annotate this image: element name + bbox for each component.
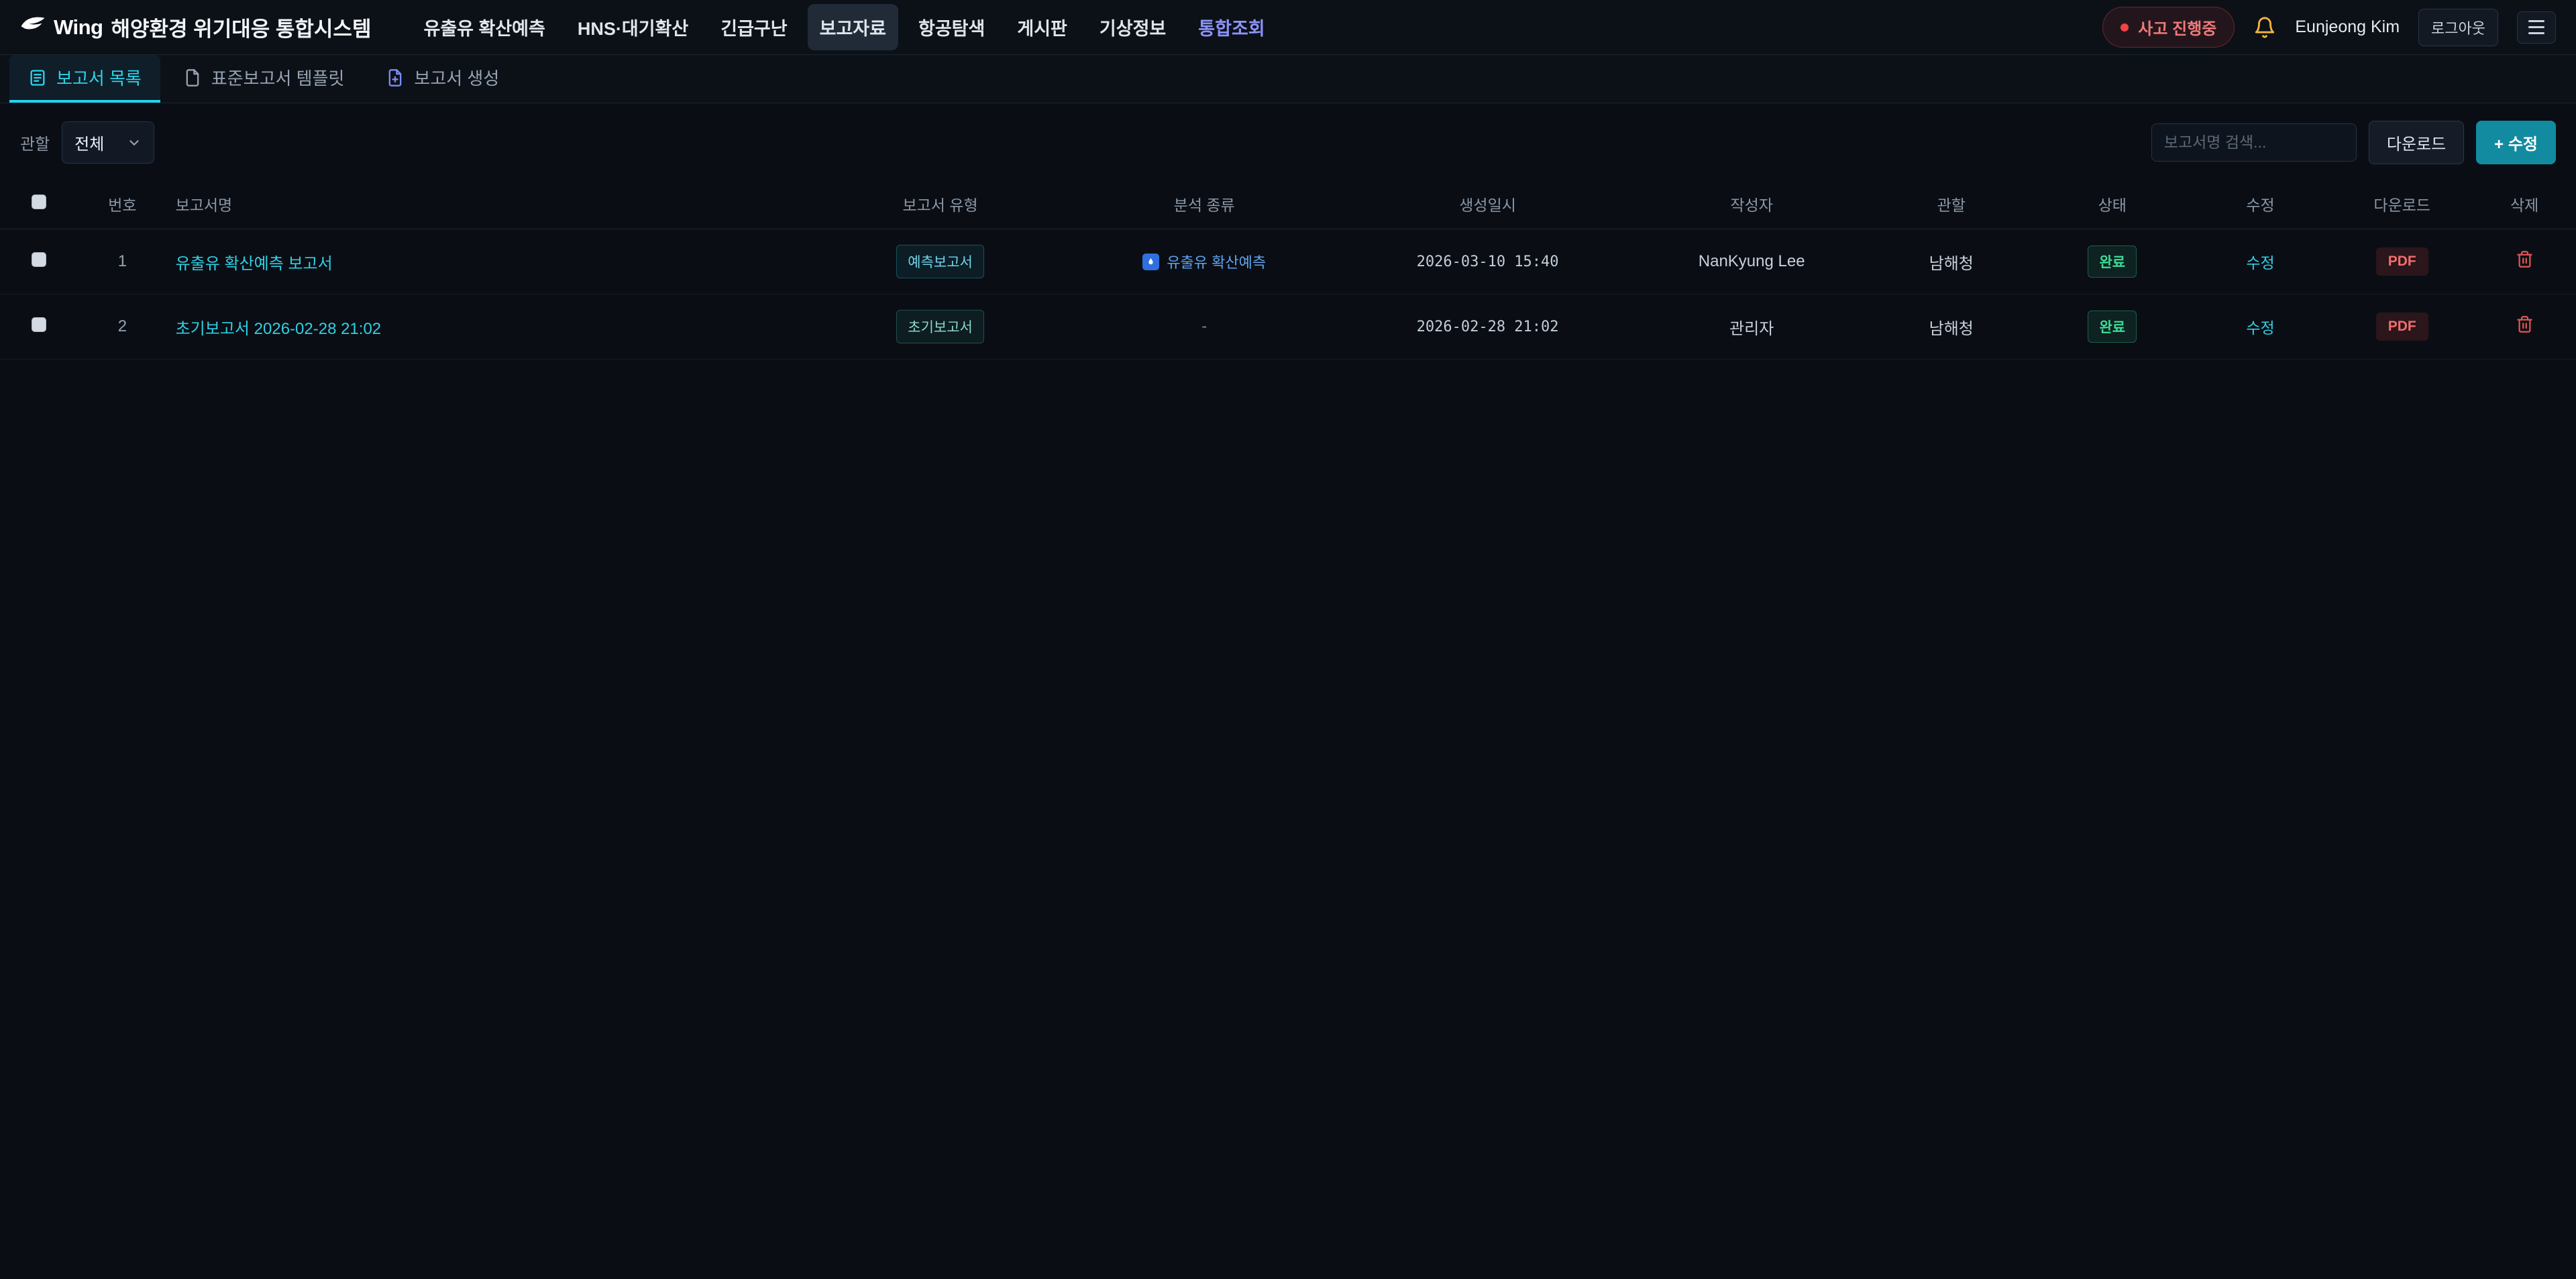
tab-report-template[interactable]: 표준보고서 템플릿 — [164, 55, 364, 103]
report-template-icon — [183, 68, 202, 87]
incident-dot-icon — [2121, 23, 2129, 32]
incident-status-badge[interactable]: 사고 진행중 — [2102, 7, 2235, 48]
trash-icon — [2516, 315, 2534, 333]
nav-item-integrated-search[interactable]: 통합조회 — [1186, 4, 1277, 50]
nav-item-board[interactable]: 게시판 — [1005, 4, 1079, 50]
nav-item-aerial-search[interactable]: 항공탐색 — [906, 4, 997, 50]
header-status: 상태 — [2035, 179, 2190, 229]
report-name-link[interactable]: 유출유 확산예측 보고서 — [176, 255, 333, 273]
nav-item-hns-air-diffusion[interactable]: HNS·대기확산 — [566, 4, 700, 50]
nav-item-emergency-rescue[interactable]: 긴급구난 — [708, 4, 799, 50]
select-all-checkbox[interactable] — [32, 194, 46, 209]
hamburger-menu-button[interactable] — [2517, 11, 2556, 44]
report-type-badge: 예측보고서 — [896, 245, 984, 278]
notifications-button[interactable] — [2253, 16, 2276, 39]
header-analysis-type: 분석 종류 — [1069, 179, 1340, 229]
header-download: 다운로드 — [2331, 179, 2473, 229]
app-title: 해양환경 위기대응 통합시스템 — [111, 12, 371, 42]
nav-item-weather-info[interactable]: 기상정보 — [1087, 4, 1178, 50]
author: 관리자 — [1729, 320, 1774, 338]
report-list-icon — [28, 68, 47, 87]
tab-report-create-label: 보고서 생성 — [414, 65, 499, 90]
jurisdiction-select-value: 전체 — [74, 131, 104, 154]
header-no: 번호 — [77, 179, 167, 229]
analysis-type-label: 유출유 확산예측 — [1167, 251, 1266, 272]
nav-item-reports[interactable]: 보고자료 — [808, 4, 898, 50]
incident-status-label: 사고 진행중 — [2138, 15, 2216, 39]
nav-item-oil-spill-prediction[interactable]: 유출유 확산예측 — [411, 4, 557, 50]
report-search-input[interactable] — [2151, 123, 2357, 162]
created-at: 2026-02-28 21:02 — [1417, 319, 1559, 335]
pdf-download-button[interactable]: PDF — [2376, 247, 2428, 276]
droplet-icon — [1142, 254, 1159, 270]
tab-report-create[interactable]: 보고서 생성 — [367, 55, 518, 103]
header-delete: 삭제 — [2473, 179, 2576, 229]
header-created-at: 생성일시 — [1340, 179, 1636, 229]
report-tabbar: 보고서 목록 표준보고서 템플릿 보고서 생성 — [0, 55, 2576, 103]
header-report-name: 보고서명 — [168, 179, 812, 229]
jurisdiction-select[interactable]: 전체 — [62, 121, 154, 164]
pdf-download-button[interactable]: PDF — [2376, 313, 2428, 341]
status-badge: 완료 — [2088, 245, 2137, 278]
table-row: 1 유출유 확산예측 보고서 예측보고서 유출유 확산예측 2026-03-10… — [0, 229, 2576, 294]
author: NanKyung Lee — [1699, 252, 1805, 270]
header-report-type: 보고서 유형 — [812, 179, 1069, 229]
row-checkbox[interactable] — [32, 317, 46, 332]
logout-button[interactable]: 로그아웃 — [2418, 9, 2498, 46]
tab-report-template-label: 표준보고서 템플릿 — [211, 65, 345, 90]
main-menu: 유출유 확산예측 HNS·대기확산 긴급구난 보고자료 항공탐색 게시판 기상정… — [411, 4, 1277, 50]
filter-bar: 관할 전체 다운로드 + 수정 — [0, 103, 2576, 179]
top-navigation: Wing 해양환경 위기대응 통합시스템 유출유 확산예측 HNS·대기확산 긴… — [0, 0, 2576, 55]
jurisdiction: 남해청 — [1929, 255, 1974, 273]
chevron-down-icon — [127, 135, 142, 150]
tab-report-list[interactable]: 보고서 목록 — [9, 55, 160, 103]
edit-create-button[interactable]: + 수정 — [2476, 121, 2556, 164]
jurisdiction-filter-label: 관할 — [20, 131, 50, 154]
hamburger-menu-icon — [2528, 20, 2544, 22]
report-type-badge: 초기보고서 — [896, 310, 984, 343]
table-header-row: 번호 보고서명 보고서 유형 분석 종류 생성일시 작성자 관할 상태 수정 다… — [0, 179, 2576, 229]
brand-name: Wing — [54, 15, 103, 40]
tab-report-list-label: 보고서 목록 — [56, 65, 142, 90]
trash-icon — [2516, 250, 2534, 268]
bell-icon — [2253, 16, 2276, 39]
status-badge: 완료 — [2088, 311, 2137, 343]
wing-logo-icon — [20, 15, 46, 40]
analysis-type-empty: - — [1201, 317, 1207, 335]
row-number: 2 — [118, 317, 127, 335]
header-edit: 수정 — [2190, 179, 2331, 229]
header-right-cluster: 사고 진행중 Eunjeong Kim 로그아웃 — [2102, 7, 2556, 48]
report-name-link[interactable]: 초기보고서 2026-02-28 21:02 — [176, 320, 382, 338]
row-checkbox[interactable] — [32, 252, 46, 267]
edit-link[interactable]: 수정 — [2246, 319, 2274, 337]
analysis-type-badge: 유출유 확산예측 — [1142, 251, 1266, 272]
header-jurisdiction: 관할 — [1868, 179, 2035, 229]
report-table-container: 번호 보고서명 보고서 유형 분석 종류 생성일시 작성자 관할 상태 수정 다… — [0, 179, 2576, 359]
download-button[interactable]: 다운로드 — [2369, 121, 2464, 164]
report-create-icon — [386, 68, 405, 87]
row-number: 1 — [118, 252, 127, 270]
delete-button[interactable] — [2516, 315, 2534, 333]
report-table: 번호 보고서명 보고서 유형 분석 종류 생성일시 작성자 관할 상태 수정 다… — [0, 179, 2576, 359]
brand-logo[interactable]: Wing 해양환경 위기대응 통합시스템 — [20, 12, 371, 42]
delete-button[interactable] — [2516, 250, 2534, 268]
table-row: 2 초기보고서 2026-02-28 21:02 초기보고서 - 2026-02… — [0, 294, 2576, 359]
header-author: 작성자 — [1635, 179, 1868, 229]
jurisdiction: 남해청 — [1929, 320, 1974, 338]
edit-link[interactable]: 수정 — [2246, 254, 2274, 272]
created-at: 2026-03-10 15:40 — [1417, 254, 1559, 270]
user-name: Eunjeong Kim — [2295, 17, 2400, 37]
